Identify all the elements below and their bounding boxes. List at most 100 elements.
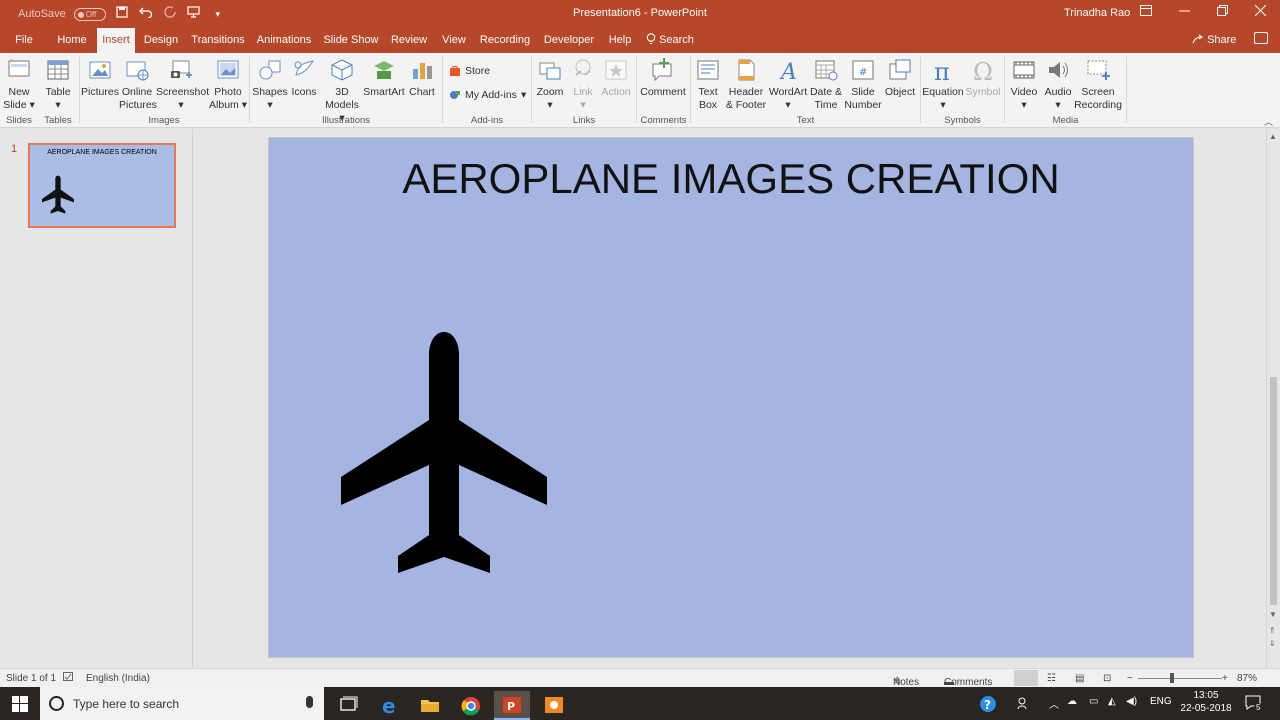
- new-slide-button[interactable]: New Slide ▾: [3, 57, 35, 112]
- normal-view-icon[interactable]: [1014, 670, 1038, 686]
- scroll-down-icon[interactable]: ▼: [1269, 610, 1277, 619]
- comment-button[interactable]: Comment: [640, 57, 686, 99]
- screenshot-button[interactable]: Screenshot ▾: [156, 57, 209, 112]
- previous-slide-icon[interactable]: ⇑: [1269, 626, 1276, 635]
- object-button[interactable]: Object: [883, 57, 917, 99]
- screen-recorder-icon[interactable]: [536, 691, 572, 720]
- battery-icon[interactable]: ▭: [1089, 696, 1098, 707]
- scrollbar-thumb[interactable]: [1270, 377, 1277, 605]
- close-icon[interactable]: [1250, 4, 1270, 19]
- audio-button[interactable]: Audio ▾: [1042, 57, 1074, 112]
- onedrive-icon[interactable]: ☁: [1067, 696, 1077, 707]
- zoom-out-icon[interactable]: −: [1127, 673, 1133, 684]
- slide-sorter-icon[interactable]: ☷: [1047, 673, 1056, 684]
- video-button[interactable]: Video ▾: [1008, 57, 1040, 112]
- search-placeholder: Type here to search: [73, 697, 180, 711]
- slide-editor: AEROPLANE IMAGES CREATION: [194, 129, 1266, 668]
- restore-icon[interactable]: [1212, 4, 1232, 19]
- current-slide[interactable]: AEROPLANE IMAGES CREATION: [268, 137, 1194, 658]
- airplane-icon[interactable]: [341, 330, 547, 574]
- screen-recording-button[interactable]: Screen Recording: [1074, 57, 1122, 112]
- zoom-level[interactable]: 87%: [1237, 673, 1257, 684]
- reading-view-icon[interactable]: ▤: [1075, 673, 1084, 684]
- tab-transitions[interactable]: Transitions: [190, 28, 246, 53]
- edge-browser-icon[interactable]: e: [372, 691, 408, 720]
- ribbon-display-options-icon[interactable]: [1136, 4, 1156, 19]
- people-icon[interactable]: [1017, 696, 1031, 713]
- equation-button[interactable]: π Equation ▾: [922, 57, 964, 112]
- tab-help[interactable]: Help: [606, 28, 634, 53]
- ribbon-tabs: File Home Insert Design Transitions Anim…: [0, 28, 1280, 53]
- store-button[interactable]: Store: [449, 65, 490, 77]
- smartart-button[interactable]: SmartArt: [362, 57, 406, 99]
- collapse-ribbon-icon[interactable]: ︿: [1264, 115, 1273, 128]
- vertical-scrollbar[interactable]: ▲ ▼ ⇑ ⇓: [1266, 129, 1280, 668]
- header-footer-button[interactable]: Header & Footer: [725, 57, 767, 112]
- spelling-check-icon[interactable]: [63, 672, 74, 685]
- share-button[interactable]: Share: [1192, 34, 1236, 46]
- link-button[interactable]: Link ▾: [569, 57, 597, 112]
- smartart-icon: [374, 61, 394, 79]
- slide-title[interactable]: AEROPLANE IMAGES CREATION: [269, 155, 1193, 203]
- group-label-illustrations: Illustrations: [321, 115, 371, 126]
- tab-design[interactable]: Design: [140, 28, 182, 53]
- text-box-button[interactable]: Text Box: [693, 57, 723, 112]
- comments-pane-icon[interactable]: [1254, 32, 1268, 44]
- tab-view[interactable]: View: [438, 28, 470, 53]
- zoom-slider-thumb[interactable]: [1170, 673, 1174, 683]
- shapes-button[interactable]: Shapes ▾: [252, 57, 288, 112]
- my-addins-button[interactable]: My Add-ins ▾: [449, 89, 526, 101]
- volume-icon[interactable]: ◀): [1126, 696, 1137, 707]
- zoom-in-icon[interactable]: +: [1222, 673, 1228, 684]
- file-explorer-icon[interactable]: [412, 691, 448, 720]
- taskbar-search-box[interactable]: Type here to search: [40, 687, 324, 720]
- zoom-icon: [539, 62, 561, 80]
- zoom-button[interactable]: Zoom ▾: [535, 57, 565, 112]
- symbol-button[interactable]: Ω Symbol: [964, 57, 1002, 99]
- slide-thumbnail[interactable]: AEROPLANE IMAGES CREATION: [28, 143, 176, 228]
- date-time-button[interactable]: Date & Time: [809, 57, 843, 112]
- pictures-button[interactable]: Pictures: [81, 57, 119, 99]
- tab-animations[interactable]: Animations: [254, 28, 314, 53]
- clock-date: 22-05-2018: [1180, 703, 1232, 714]
- chrome-icon[interactable]: [453, 691, 489, 720]
- user-name[interactable]: Trinadha Rao: [1064, 7, 1130, 19]
- microphone-icon[interactable]: [306, 696, 313, 708]
- tab-file[interactable]: File: [8, 28, 40, 53]
- lightbulb-icon: [646, 33, 656, 45]
- task-view-icon[interactable]: [330, 691, 366, 720]
- wordart-button[interactable]: A WordArt ▾: [768, 57, 808, 112]
- tab-home[interactable]: Home: [52, 28, 92, 53]
- powerpoint-taskbar-icon[interactable]: P: [494, 691, 530, 720]
- slide-thumbnails-pane: 1 AEROPLANE IMAGES CREATION: [0, 129, 193, 668]
- tell-me-search[interactable]: Search: [646, 28, 698, 53]
- slide-show-icon[interactable]: ⊡: [1103, 673, 1111, 684]
- zoom-slider-track[interactable]: [1138, 678, 1222, 679]
- separator: [442, 57, 443, 123]
- chart-button[interactable]: Chart: [407, 57, 437, 99]
- online-pictures-button[interactable]: Online Pictures: [119, 57, 157, 112]
- pictures-icon: [89, 61, 111, 79]
- show-hidden-icons-icon[interactable]: ︿: [1049, 696, 1059, 711]
- help-icon[interactable]: ?: [979, 695, 997, 716]
- scroll-up-icon[interactable]: ▲: [1269, 132, 1277, 141]
- photo-album-button[interactable]: Photo Album ▾: [207, 57, 249, 112]
- tab-insert[interactable]: Insert: [97, 28, 135, 53]
- minimize-icon[interactable]: [1174, 4, 1194, 19]
- tab-developer[interactable]: Developer: [540, 28, 598, 53]
- network-icon[interactable]: ◭: [1108, 696, 1116, 707]
- action-button[interactable]: Action: [599, 57, 633, 99]
- slide-number-button[interactable]: # Slide Number: [844, 57, 882, 112]
- tab-recording[interactable]: Recording: [478, 28, 532, 53]
- table-button[interactable]: Table ▾: [42, 57, 74, 112]
- language-indicator[interactable]: English (India): [86, 673, 150, 684]
- tab-review[interactable]: Review: [388, 28, 430, 53]
- group-label-images: Images: [148, 115, 180, 126]
- action-center-icon[interactable]: 5: [1245, 694, 1263, 713]
- next-slide-icon[interactable]: ⇓: [1269, 639, 1276, 648]
- icons-button[interactable]: Icons: [289, 57, 319, 99]
- tab-slide-show[interactable]: Slide Show: [322, 28, 380, 53]
- input-language[interactable]: ENG: [1150, 696, 1172, 707]
- clock[interactable]: 13:05 22-05-2018: [1180, 690, 1232, 714]
- windows-start-icon[interactable]: [12, 696, 28, 712]
